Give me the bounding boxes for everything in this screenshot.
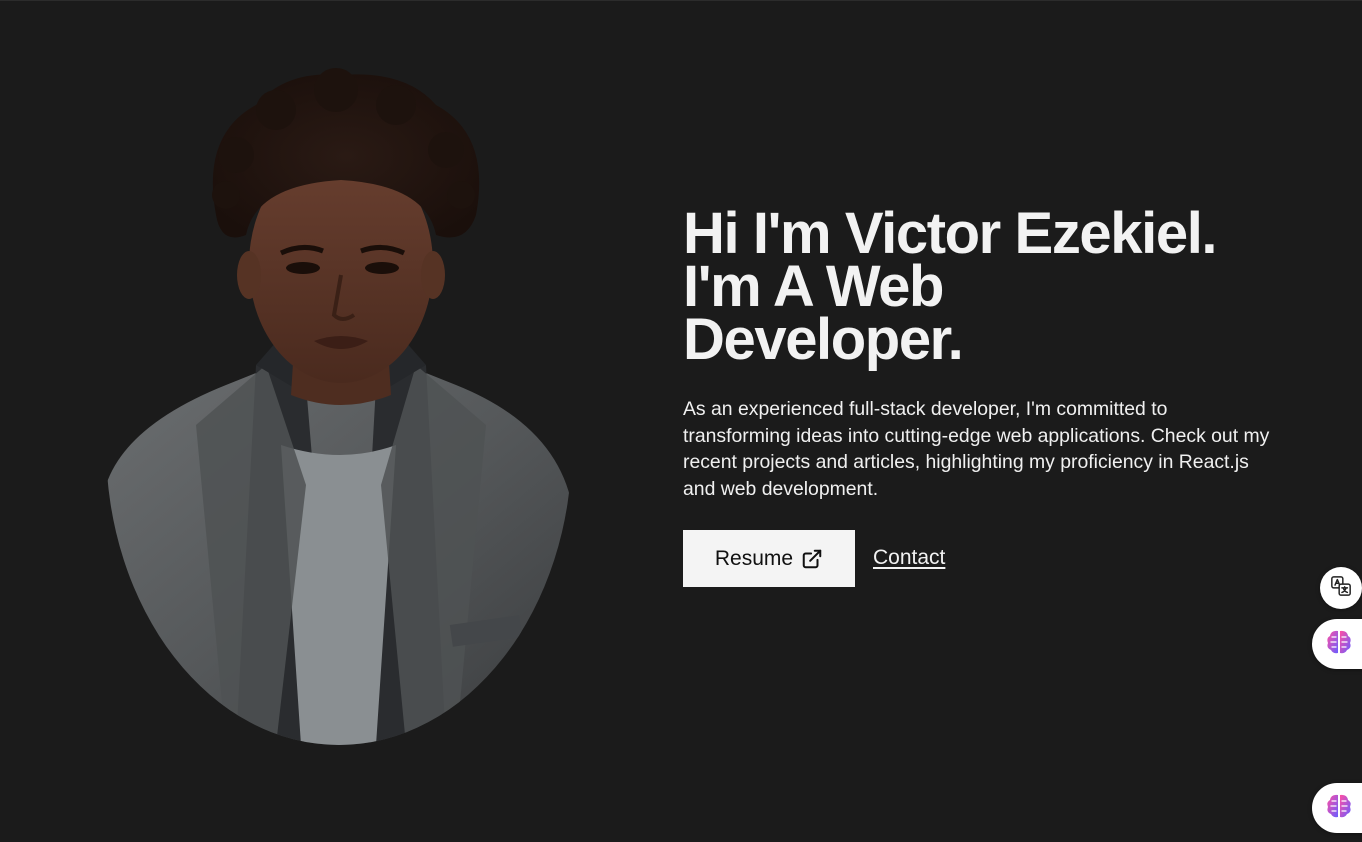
heading-line-1: Hi I'm Victor Ezekiel.	[683, 201, 1218, 266]
brain-icon	[1325, 792, 1353, 825]
hero-section: Hi I'm Victor Ezekiel. I'm A Web Develop…	[683, 201, 1283, 587]
hero-description: As an experienced full-stack developer, …	[683, 398, 1270, 500]
heading-line-3: Developer.	[683, 307, 964, 372]
external-link-icon	[801, 548, 823, 570]
contact-link[interactable]: Contact	[873, 546, 945, 570]
portrait-illustration	[106, 68, 572, 745]
heading-line-2: I'm A Web	[683, 254, 944, 319]
assistant-button[interactable]	[1312, 619, 1362, 669]
page: Hi I'm Victor Ezekiel. I'm A Web Develop…	[0, 0, 1362, 842]
translate-button[interactable]	[1320, 567, 1362, 609]
brain-icon	[1325, 628, 1353, 661]
assistant-button-secondary[interactable]	[1312, 783, 1362, 833]
resume-button[interactable]: Resume	[683, 530, 855, 587]
translate-icon	[1330, 575, 1352, 602]
hero-actions: Resume Contact	[683, 530, 1283, 587]
hero-heading: Hi I'm Victor Ezekiel. I'm A Web Develop…	[683, 201, 1283, 372]
profile-portrait	[106, 65, 572, 745]
resume-button-label: Resume	[714, 546, 794, 570]
